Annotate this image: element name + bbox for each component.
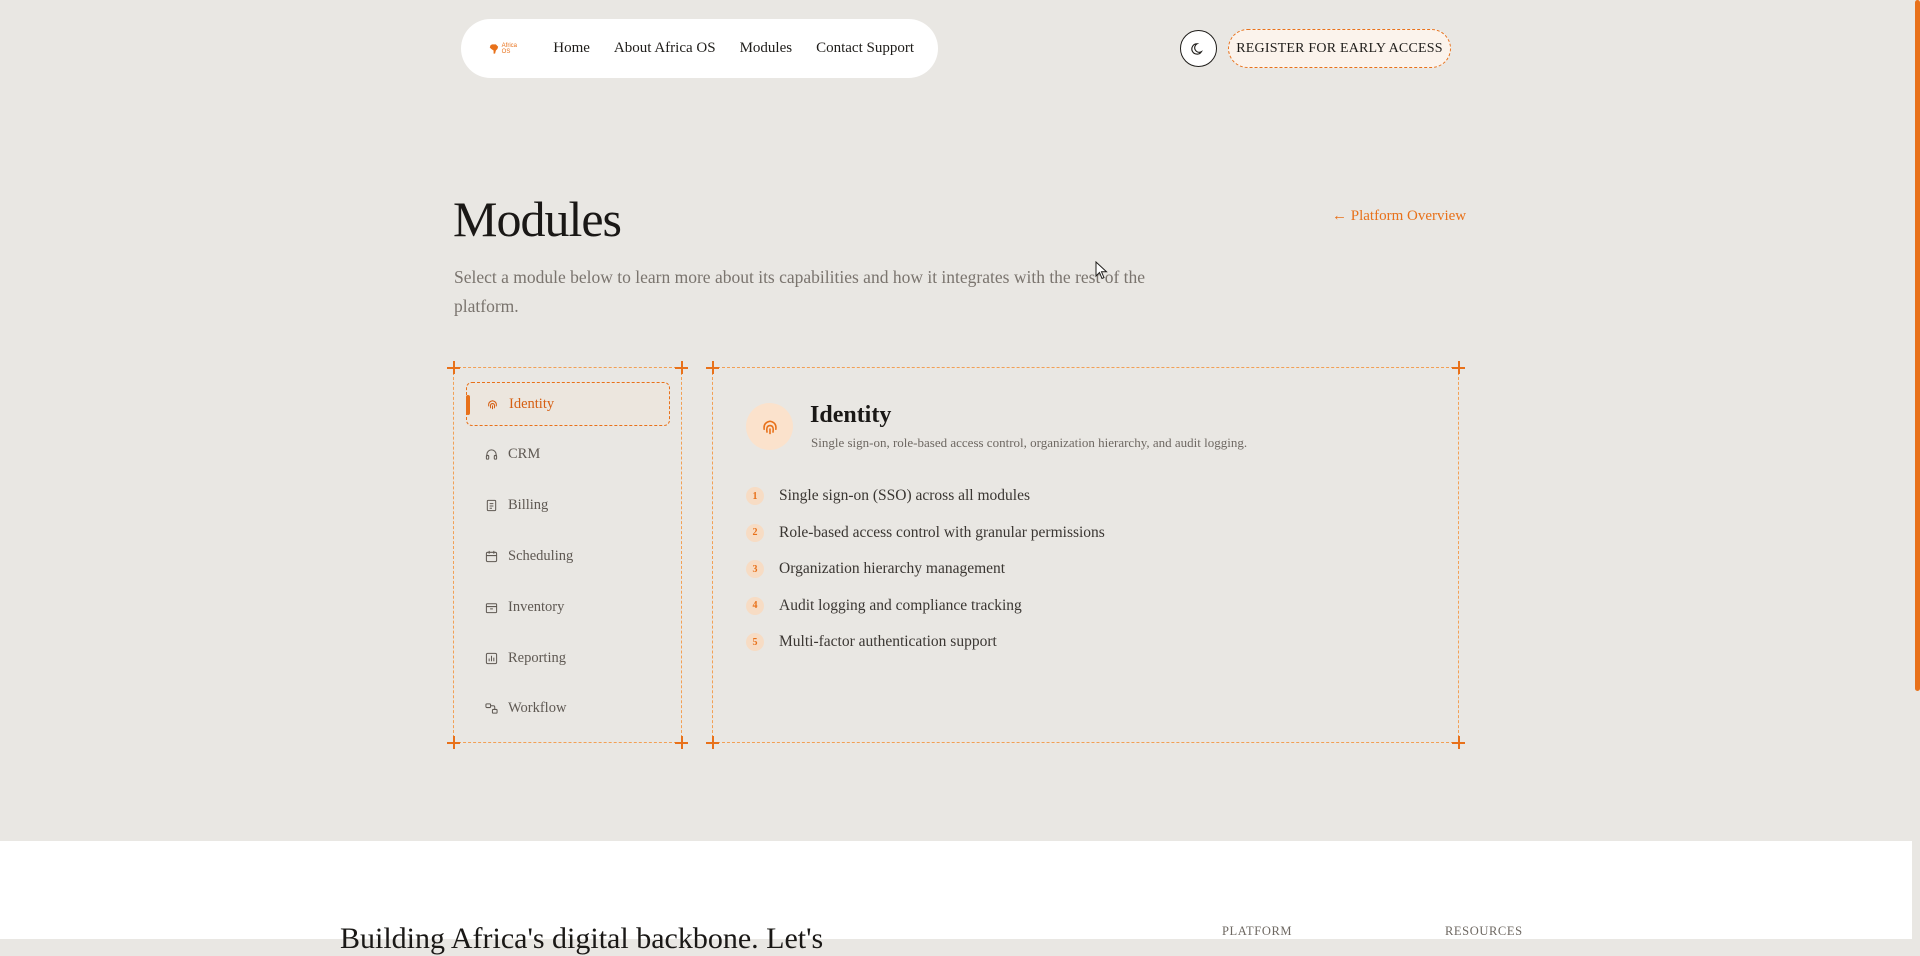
feature-text: Role-based access control with granular … [779,523,1105,541]
sidebar-item-crm[interactable]: CRM [466,432,670,476]
fingerprint-icon [486,398,499,411]
module-description: Single sign-on, role-based access contro… [811,435,1248,450]
feature-text: Multi-factor authentication support [779,633,997,651]
platform-overview-link[interactable]: ← Platform Overview [1332,208,1466,225]
scrollbar-thumb[interactable] [1915,0,1920,691]
sidebar-item-label: Identity [509,395,555,412]
module-sidebar: Identity CRM Billing Scheduling Inventor… [447,361,688,749]
feature-text: Audit logging and compliance tracking [779,596,1022,614]
workflow-icon [485,702,498,715]
footer-column-platform: PLATFORM [1222,924,1293,938]
feature-item: 3 Organization hierarchy management [746,551,1105,588]
nav-links: Home About Africa OS Modules Contact Sup… [553,40,938,57]
nav-link-about[interactable]: About Africa OS [614,40,716,57]
feature-number: 3 [746,560,764,579]
register-early-access-button[interactable]: REGISTER FOR EARLY ACCESS [1228,29,1451,68]
sidebar-item-label: Workflow [508,699,567,716]
module-icon-badge [746,403,793,450]
sidebar-item-workflow[interactable]: Workflow [466,686,670,730]
sidebar-item-inventory[interactable]: Inventory [466,585,670,629]
sidebar-item-label: Inventory [508,598,565,615]
headset-icon [485,448,498,461]
theme-toggle-button[interactable] [1180,30,1217,67]
calendar-icon [485,550,498,563]
nav-link-contact-support[interactable]: Contact Support [816,40,914,57]
footer-column-resources: RESOURCES [1445,924,1523,938]
sidebar-item-identity[interactable]: Identity [466,382,670,426]
feature-item: 4 Audit logging and compliance tracking [746,588,1105,625]
feature-number: 5 [746,633,764,652]
moon-icon [1191,43,1203,55]
feature-item: 1 Single sign-on (SSO) across all module… [746,478,1105,515]
page-title: Modules [453,191,622,247]
page-subtitle: Select a module below to learn more abou… [454,267,1146,316]
feature-item: 5 Multi-factor authentication support [746,624,1105,661]
brand-logo[interactable]: Africa OS [489,42,521,56]
site-footer: Building Africa's digital backbone. Let'… [0,841,1912,955]
corner-marker [1452,361,1465,374]
corner-marker [675,361,688,374]
sidebar-item-label: CRM [508,445,541,462]
sidebar-item-billing[interactable]: Billing [466,483,670,527]
corner-marker [447,736,460,749]
feature-text: Single sign-on (SSO) across all modules [779,487,1030,505]
sidebar-item-label: Billing [508,496,549,513]
feature-list: 1 Single sign-on (SSO) across all module… [746,478,1105,661]
africa-map-icon [489,43,499,54]
feature-text: Organization hierarchy management [779,560,1006,578]
nav-link-home[interactable]: Home [553,40,590,57]
feature-number: 4 [746,596,764,615]
receipt-icon [485,499,498,512]
fingerprint-icon [762,419,777,434]
sidebar-item-scheduling[interactable]: Scheduling [466,534,670,578]
module-detail-panel: Identity Single sign-on, role-based acce… [706,361,1465,749]
corner-marker [675,736,688,749]
nav-link-modules[interactable]: Modules [740,40,793,57]
sidebar-item-label: Reporting [508,649,566,666]
feature-number: 1 [746,487,764,506]
corner-marker [447,361,460,374]
feature-number: 2 [746,523,764,542]
feature-item: 2 Role-based access control with granula… [746,515,1105,552]
mouse-cursor-icon [1095,261,1108,280]
scrollbar-track[interactable] [1912,0,1920,939]
module-title: Identity [810,402,892,428]
footer-heading: Building Africa's digital backbone. Let'… [340,922,824,955]
top-nav: Africa OS Home About Africa OS Modules C… [461,19,938,78]
sidebar-item-label: Scheduling [508,547,574,564]
corner-marker [706,736,719,749]
corner-marker [706,361,719,374]
sidebar-item-reporting[interactable]: Reporting [466,636,670,680]
package-icon [485,601,498,614]
bar-chart-icon [485,652,498,665]
corner-marker [1452,736,1465,749]
logo-text: Africa OS [501,42,518,55]
